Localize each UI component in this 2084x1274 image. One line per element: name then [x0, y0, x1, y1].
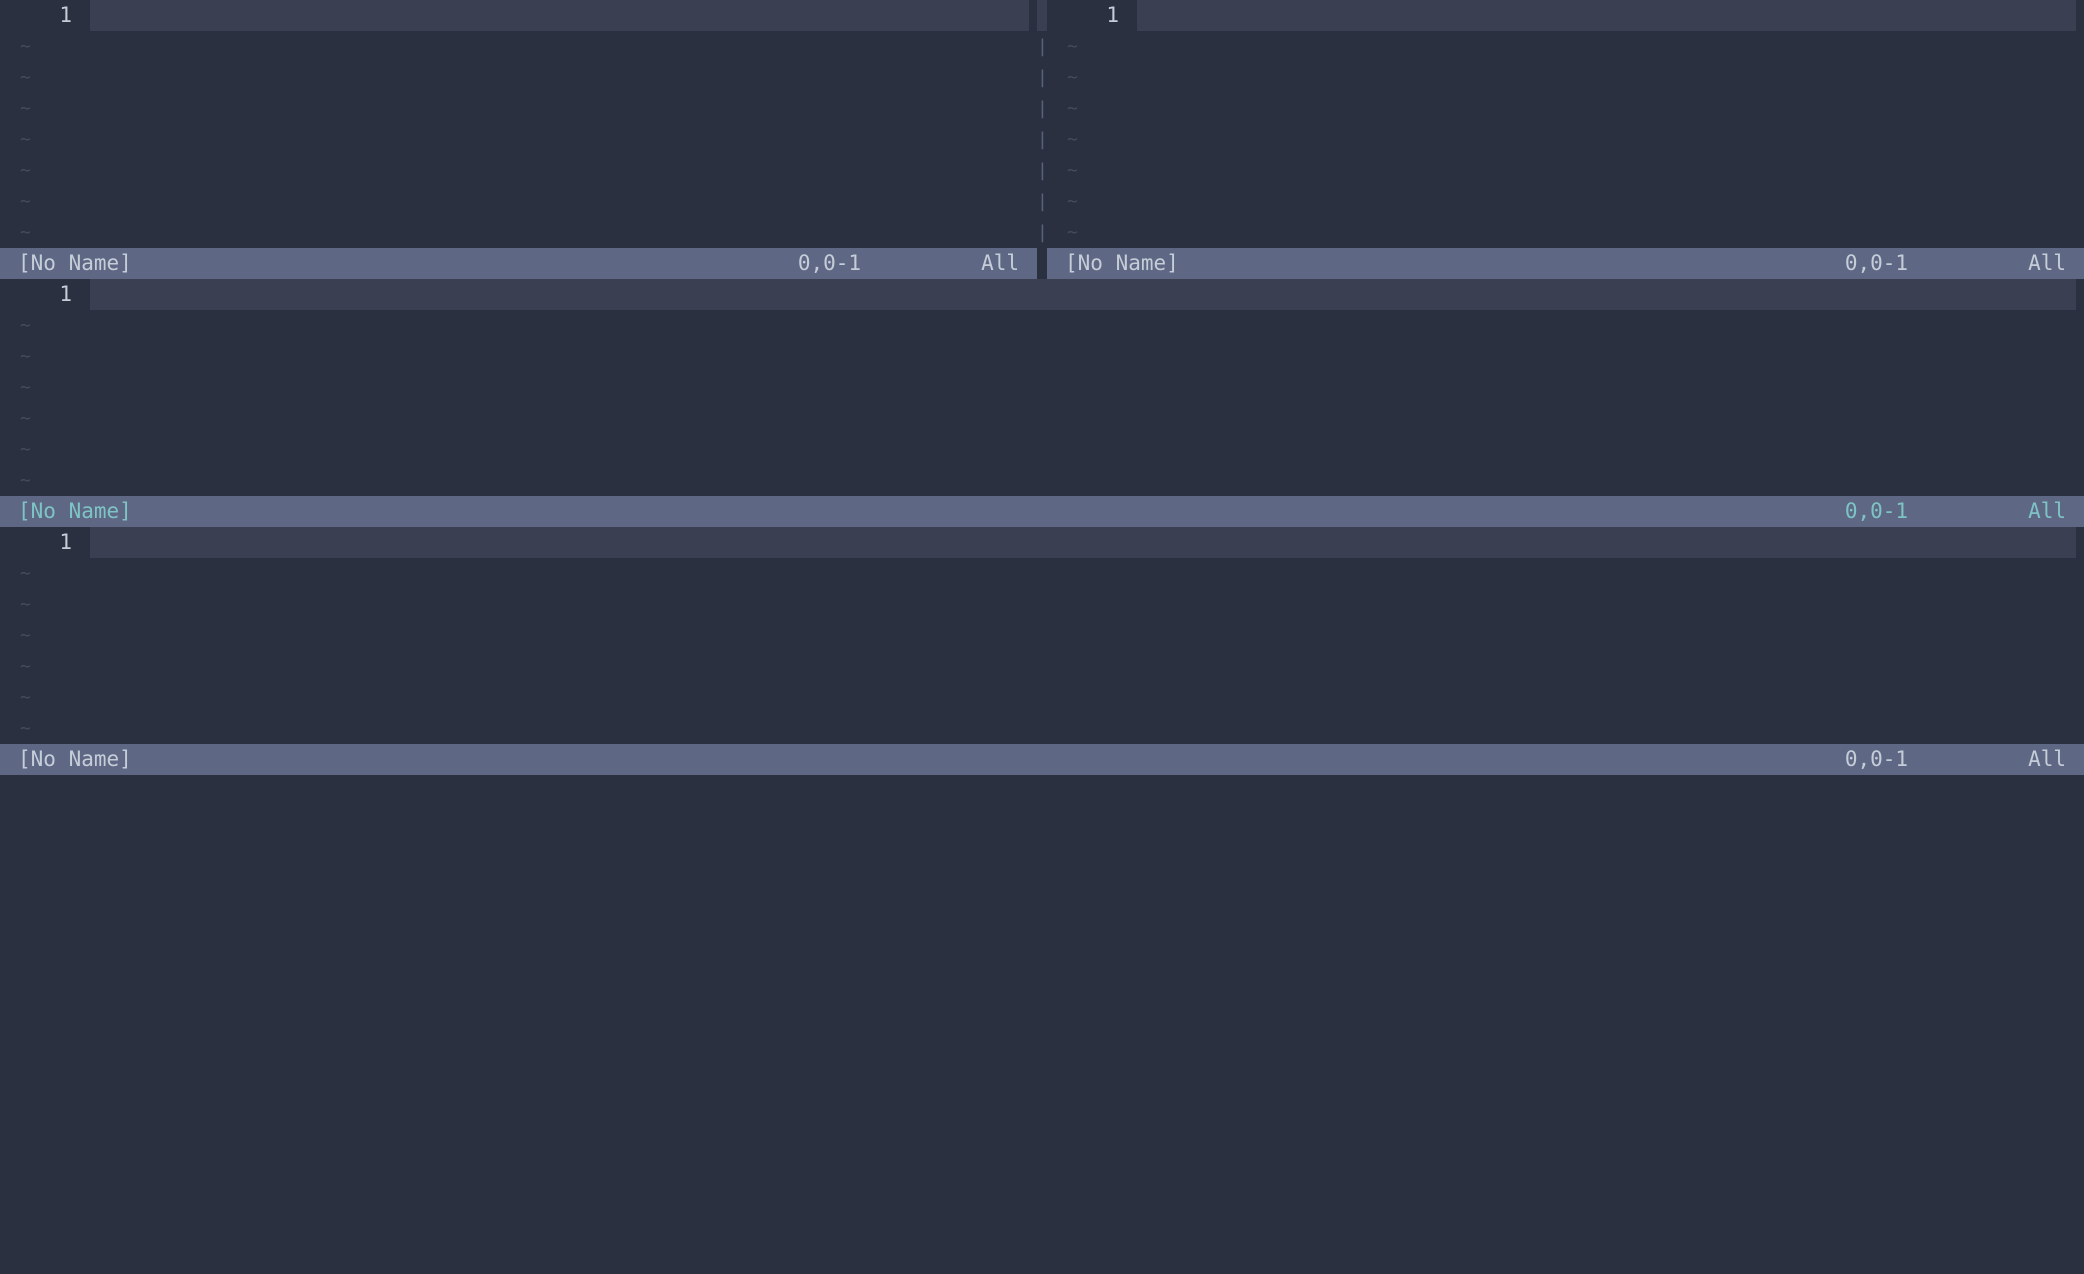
empty-line-tilde: ~ — [0, 310, 90, 341]
buffer-line[interactable]: 1 — [1047, 0, 2084, 31]
buffer-line[interactable]: 1 — [0, 0, 1037, 31]
cursor-position: 0,0-1 — [1845, 496, 2028, 527]
vertical-split-border[interactable]: | | | | | | | — [1037, 0, 1047, 279]
buffer-line[interactable]: 1 — [0, 527, 2084, 558]
empty-line-tilde: ~ — [1047, 62, 1137, 93]
empty-line-tilde: ~ — [1047, 31, 1137, 62]
empty-line-tilde: ~ — [1047, 217, 1137, 248]
text-content[interactable] — [90, 527, 2076, 558]
text-content[interactable] — [90, 279, 2076, 310]
cursor-position: 0,0-1 — [798, 248, 981, 279]
empty-line-tilde: ~ — [0, 589, 90, 620]
command-line[interactable] — [0, 775, 2084, 837]
empty-line-tilde: ~ — [1047, 124, 1137, 155]
status-line-middle-active: [No Name] 0,0-1 All — [0, 496, 2084, 527]
empty-line-tilde: ~ — [0, 403, 90, 434]
pane-bottom[interactable]: 1 ~ ~ ~ ~ ~ ~ [No Name] 0,0-1 All — [0, 527, 2084, 775]
scroll-indicator: All — [981, 248, 1019, 279]
scroll-indicator: All — [2028, 248, 2066, 279]
empty-line-tilde: ~ — [0, 465, 90, 496]
pane-top-right[interactable]: 1 ~ ~ ~ ~ ~ ~ ~ [No Name] 0,0-1 All — [1047, 0, 2084, 279]
empty-line-tilde: ~ — [0, 62, 90, 93]
line-number: 1 — [0, 0, 90, 31]
empty-line-tilde: ~ — [0, 682, 90, 713]
vim-editor: 1 ~ ~ ~ ~ ~ ~ ~ [No Name] 0,0-1 All | | … — [0, 0, 2084, 1274]
pane-top-left[interactable]: 1 ~ ~ ~ ~ ~ ~ ~ [No Name] 0,0-1 All — [0, 0, 1037, 279]
status-line-top-left: [No Name] 0,0-1 All — [0, 248, 1037, 279]
text-content[interactable] — [90, 0, 1029, 31]
empty-line-tilde: ~ — [0, 651, 90, 682]
empty-line-tilde: ~ — [0, 434, 90, 465]
empty-line-tilde: ~ — [1047, 93, 1137, 124]
empty-line-tilde: ~ — [0, 372, 90, 403]
empty-line-tilde: ~ — [0, 558, 90, 589]
buffer-name: [No Name] — [18, 496, 132, 527]
line-number: 1 — [0, 279, 90, 310]
empty-line-tilde: ~ — [0, 31, 90, 62]
empty-line-tilde: ~ — [0, 620, 90, 651]
cursor-position: 0,0-1 — [1845, 248, 2028, 279]
pane-middle[interactable]: 1 ~ ~ ~ ~ ~ ~ [No Name] 0,0-1 All — [0, 279, 2084, 527]
scroll-indicator: All — [2028, 496, 2066, 527]
empty-line-tilde: ~ — [1047, 186, 1137, 217]
empty-line-tilde: ~ — [0, 155, 90, 186]
status-line-bottom: [No Name] 0,0-1 All — [0, 744, 2084, 775]
text-content[interactable] — [1137, 0, 2076, 31]
empty-line-tilde: ~ — [0, 93, 90, 124]
buffer-name: [No Name] — [1065, 248, 1179, 279]
line-number: 1 — [1047, 0, 1137, 31]
empty-line-tilde: ~ — [0, 217, 90, 248]
empty-line-tilde: ~ — [0, 341, 90, 372]
empty-line-tilde: ~ — [0, 124, 90, 155]
status-line-top-right: [No Name] 0,0-1 All — [1047, 248, 2084, 279]
buffer-line[interactable]: 1 — [0, 279, 2084, 310]
cursor-position: 0,0-1 — [1845, 744, 2028, 775]
empty-line-tilde: ~ — [0, 186, 90, 217]
empty-line-tilde: ~ — [0, 713, 90, 744]
top-split-row: 1 ~ ~ ~ ~ ~ ~ ~ [No Name] 0,0-1 All | | … — [0, 0, 2084, 279]
empty-line-tilde: ~ — [1047, 155, 1137, 186]
buffer-name: [No Name] — [18, 744, 132, 775]
buffer-name: [No Name] — [18, 248, 132, 279]
line-number: 1 — [0, 527, 90, 558]
scroll-indicator: All — [2028, 744, 2066, 775]
